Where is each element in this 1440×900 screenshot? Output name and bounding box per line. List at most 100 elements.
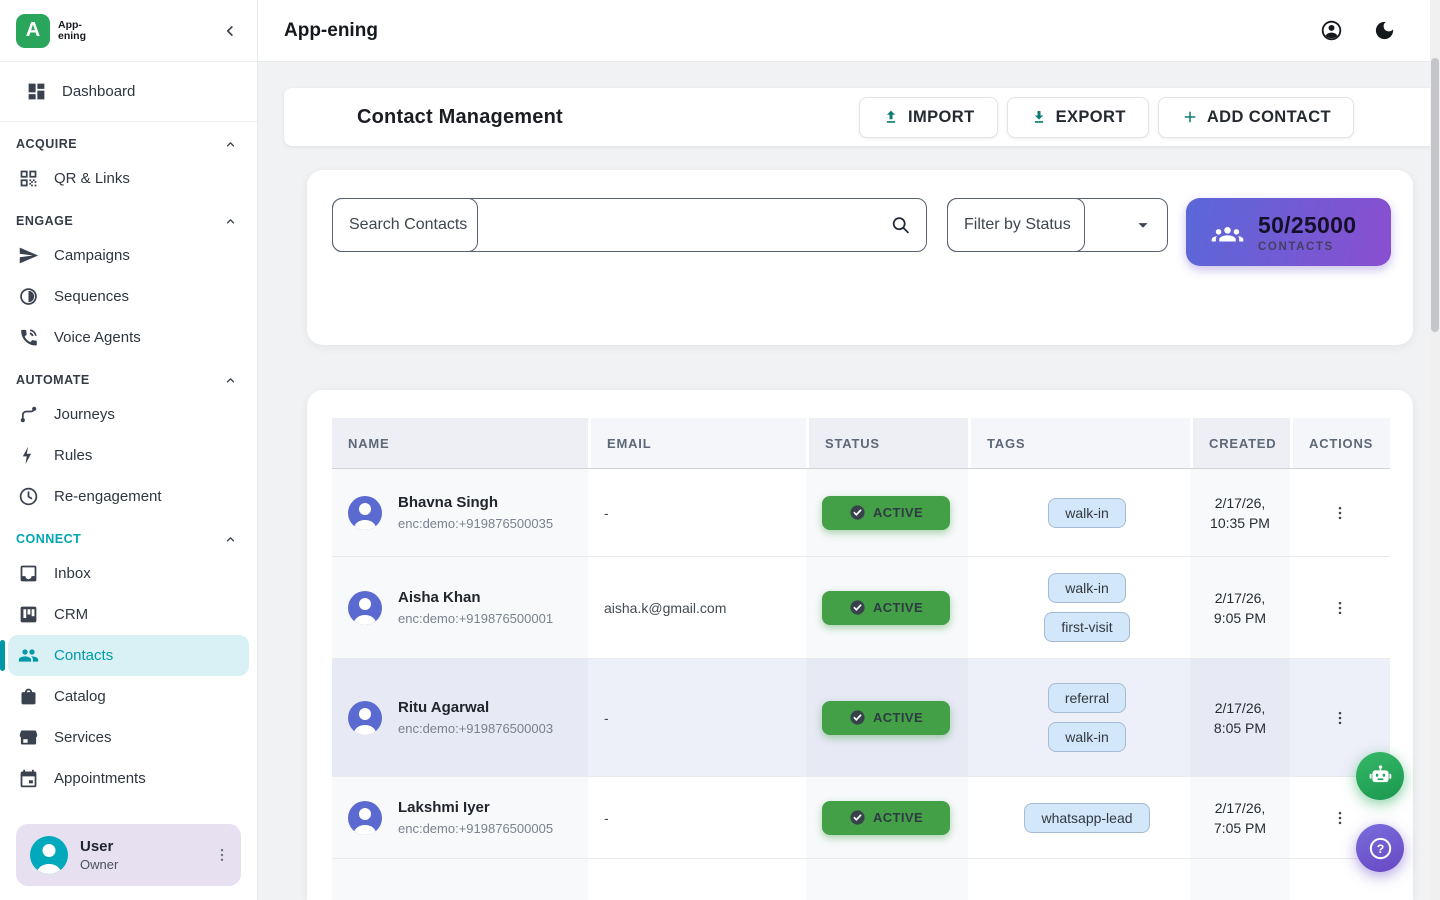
plus-icon [1181, 108, 1199, 126]
cell-name: Aisha Khanenc:demo:+919876500001 [332, 557, 588, 658]
sidebar-section-label: ACQUIRE [16, 137, 77, 151]
bolt-icon [18, 445, 39, 466]
sidebar-item-label: Journeys [54, 406, 115, 423]
chatbot-fab[interactable] [1356, 752, 1404, 800]
created-timestamp: 2/17/26,9:05 PM [1214, 588, 1266, 628]
status-filter-label: Filter by Status [964, 216, 1071, 234]
tag-chip: walk-in [1048, 498, 1126, 528]
cell-name: Bhavna Singhenc:demo:+919876500035 [332, 469, 588, 556]
sidebar-section-header[interactable]: ENGAGE [0, 199, 257, 235]
contacts-table: NAMEEMAILSTATUSTAGSCREATEDACTIONS Bhavna… [332, 418, 1390, 900]
contact-avatar [348, 801, 382, 835]
check-circle-icon [849, 599, 866, 616]
sidebar-item-sequences[interactable]: Sequences [8, 276, 249, 317]
search-contacts-input[interactable]: Search Contacts [332, 198, 927, 252]
add-contact-button[interactable]: ADD CONTACT [1158, 97, 1354, 138]
status-label: ACTIVE [873, 505, 923, 520]
sidebar-item-voice-agents[interactable]: Voice Agents [8, 317, 249, 358]
app-logo: A [16, 14, 50, 48]
sidebar-item-catalog[interactable]: Catalog [8, 676, 249, 717]
contacts-table-card: NAMEEMAILSTATUSTAGSCREATEDACTIONS Bhavna… [307, 390, 1413, 900]
cell-status: ACTIVE [806, 659, 968, 776]
sidebar-item-inbox[interactable]: Inbox [8, 553, 249, 594]
contact-avatar [348, 496, 382, 530]
row-actions-kebab-icon[interactable] [1331, 808, 1349, 828]
profile-icon[interactable] [1320, 19, 1343, 42]
sidebar-item-qr-links[interactable]: QR & Links [8, 158, 249, 199]
sidebar-item-campaigns[interactable]: Campaigns [8, 235, 249, 276]
cell-tags: whatsapp-lead [968, 777, 1190, 858]
inbox-icon [18, 563, 39, 584]
sidebar-item-re-engagement[interactable]: Re-engagement [8, 476, 249, 517]
sidebar-item-label: Rules [54, 447, 92, 464]
sidebar-item-appointments[interactable]: Appointments [8, 758, 249, 799]
sidebar: A App- ening Dashboard ACQUIRE QR & Links… [0, 0, 258, 900]
sidebar-section-header[interactable]: CONNECT [0, 517, 257, 553]
cell-email: aisha.k@gmail.com [588, 557, 806, 658]
sidebar-collapse-icon[interactable] [221, 22, 239, 40]
cell-status: ACTIVE [806, 777, 968, 858]
cell-status: ACTIVE [806, 557, 968, 658]
search-icon[interactable] [890, 215, 911, 236]
contacts-count-badge: 50/25000 CONTACTS [1186, 198, 1391, 266]
column-header-status: STATUS [806, 418, 968, 468]
sidebar-item-journeys[interactable]: Journeys [8, 394, 249, 435]
sidebar-section-header[interactable]: ACQUIRE [0, 122, 257, 158]
section-chevron-icon [224, 215, 237, 228]
tag-chip: whatsapp-lead [1024, 803, 1149, 833]
cell-created: 2/17/26,9:05 PM [1190, 557, 1290, 658]
check-circle-icon [849, 709, 866, 726]
bag-icon [18, 686, 39, 707]
sidebar-item-label: Catalog [54, 688, 106, 705]
groups-icon [1211, 216, 1244, 249]
user-menu-kebab-icon[interactable] [213, 846, 231, 864]
dashboard-icon [26, 81, 47, 102]
column-header-email: EMAIL [588, 418, 806, 468]
sidebar-item-crm[interactable]: CRM [8, 594, 249, 635]
cell-created: 2/17/26, [1190, 859, 1290, 900]
user-card: User Owner [16, 824, 241, 886]
page-title: App-ening [284, 20, 378, 42]
help-fab[interactable]: ? [1356, 824, 1404, 872]
sidebar-nav: Dashboard ACQUIRE QR & Links ENGAGE Campaig… [0, 62, 257, 812]
contacts-count-caption: CONTACTS [1258, 241, 1356, 253]
dark-mode-icon[interactable] [1373, 19, 1396, 42]
contact-name: Ritu Agarwal [398, 699, 553, 716]
row-actions-kebab-icon[interactable] [1331, 503, 1349, 523]
app-window: A App- ening Dashboard ACQUIRE QR & Links… [0, 0, 1440, 900]
created-timestamp: 2/17/26,8:05 PM [1214, 698, 1266, 738]
sidebar-item-label: Services [54, 729, 112, 746]
phone-talk-icon [18, 327, 39, 348]
sidebar-item-services[interactable]: Services [8, 717, 249, 758]
column-header-tags: TAGS [968, 418, 1190, 468]
cell-name: Lakshmi Iyerenc:demo:+919876500005 [332, 777, 588, 858]
user-avatar [30, 836, 68, 874]
cell-tags: walk-infirst-visit [968, 557, 1190, 658]
sidebar-item-contacts[interactable]: Contacts [8, 635, 249, 676]
user-name: User [80, 838, 118, 855]
sidebar-item-rules[interactable]: Rules [8, 435, 249, 476]
status-filter-select[interactable]: Filter by Status [947, 198, 1168, 252]
sidebar-section-label: ENGAGE [16, 214, 73, 228]
status-label: ACTIVE [873, 600, 923, 615]
table-row: Aisha Khanenc:demo:+919876500001aisha.k@… [332, 557, 1390, 659]
cell-actions [1290, 557, 1390, 658]
cell-email: - [588, 659, 806, 776]
table-row: Lakshmi Iyerenc:demo:+919876500005-ACTIV… [332, 777, 1390, 859]
half-circle-icon [18, 286, 39, 307]
row-actions-kebab-icon[interactable] [1331, 598, 1349, 618]
sidebar-item-label: Appointments [54, 770, 146, 787]
check-circle-icon [849, 504, 866, 521]
sidebar-item-dashboard[interactable]: Dashboard [16, 71, 241, 112]
app-logo-text: App- ening [58, 20, 86, 42]
section-chevron-icon [224, 533, 237, 546]
scrollbar-thumb[interactable] [1431, 58, 1439, 332]
row-actions-kebab-icon[interactable] [1331, 708, 1349, 728]
sidebar-section-header[interactable]: AUTOMATE [0, 358, 257, 394]
cell-email [588, 859, 806, 900]
import-button[interactable]: IMPORT [859, 97, 998, 138]
export-button[interactable]: EXPORT [1007, 97, 1149, 138]
status-badge: ACTIVE [822, 496, 950, 530]
kanban-icon [18, 604, 39, 625]
contact-management-toolbar: Contact Management IMPORT EXPORT ADD CON… [284, 88, 1440, 146]
